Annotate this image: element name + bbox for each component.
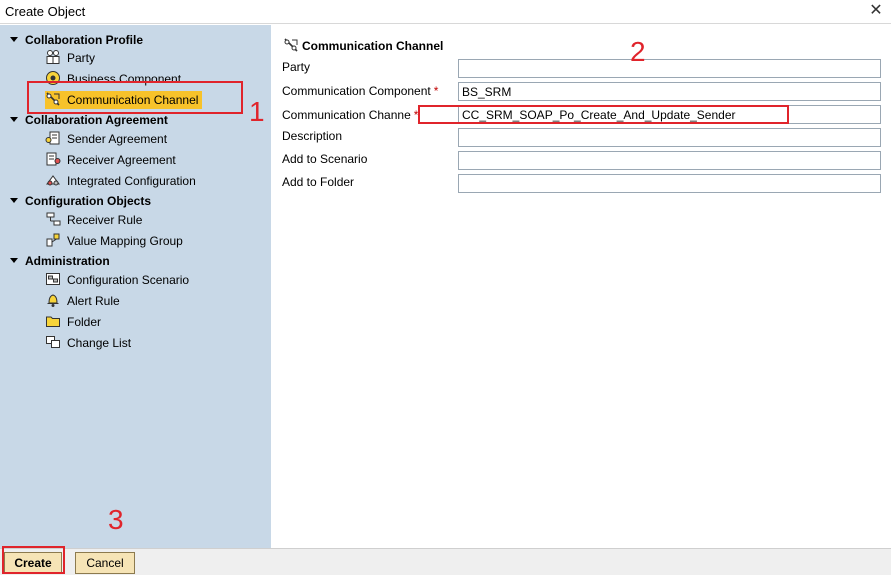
sidebar-item-label: Folder <box>67 315 102 329</box>
collapse-arrow-icon[interactable] <box>10 117 18 122</box>
sender-agreement-icon <box>45 131 60 145</box>
sidebar-item-label: Configuration Scenario <box>67 273 190 287</box>
folder-icon <box>46 316 60 327</box>
collapse-arrow-icon[interactable] <box>10 258 18 263</box>
integrated-configuration-icon <box>46 175 60 186</box>
group-label: Administration <box>25 254 110 268</box>
value-mapping-group-icon <box>46 233 60 247</box>
description-label: Description <box>282 129 343 143</box>
required-marker: * <box>433 84 439 98</box>
sidebar-item-label: Party <box>67 51 96 65</box>
add-to-scenario-label: Add to Scenario <box>282 152 368 166</box>
collapse-arrow-icon[interactable] <box>10 198 18 203</box>
annotation-number: 2 <box>630 36 646 67</box>
sidebar-item-change-list[interactable]: Change List <box>45 334 135 352</box>
configuration-scenario-icon <box>46 273 60 285</box>
communication-channel-icon <box>284 38 298 52</box>
annotation-number: 3 <box>108 504 124 535</box>
add-to-folder-label: Add to Folder <box>282 175 355 189</box>
close-icon[interactable]: ✕ <box>867 1 885 21</box>
group-label: Configuration Objects <box>25 194 151 208</box>
cancel-button[interactable]: Cancel <box>75 552 135 574</box>
change-list-icon <box>46 336 60 348</box>
group-collaboration-agreement[interactable]: Collaboration Agreement <box>10 112 168 128</box>
field-label-text: Communication Channe <box>282 108 411 122</box>
annotation-box-sidebar <box>27 81 243 114</box>
sidebar-item-label: Alert Rule <box>67 294 120 308</box>
alert-rule-icon <box>47 294 59 307</box>
sidebar-item-receiver-rule[interactable]: Receiver Rule <box>45 211 146 229</box>
description-input[interactable] <box>458 128 881 147</box>
group-configuration-objects[interactable]: Configuration Objects <box>10 193 151 209</box>
group-collaboration-profile[interactable]: Collaboration Profile <box>10 32 143 48</box>
button-bar: Create Cancel <box>0 548 891 575</box>
annotation-number: 1 <box>249 96 265 127</box>
communication-component-input[interactable] <box>458 82 881 101</box>
window-title: Create Object <box>5 4 86 19</box>
sidebar-item-label: Value Mapping Group <box>67 234 183 248</box>
panel-title: Communication Channel <box>283 37 443 53</box>
communication-channel-label: Communication Channe * <box>282 108 418 122</box>
sidebar-item-integrated-configuration[interactable]: Integrated Configuration <box>45 172 200 190</box>
sidebar-item-alert-rule[interactable]: Alert Rule <box>45 292 124 310</box>
party-input[interactable] <box>458 59 881 78</box>
sidebar-item-folder[interactable]: Folder <box>45 313 105 331</box>
add-to-scenario-input[interactable] <box>458 151 881 170</box>
sidebar-item-party[interactable]: Party <box>45 49 99 67</box>
title-bar: Create Object ✕ <box>0 0 891 24</box>
collapse-arrow-icon[interactable] <box>10 37 18 42</box>
sidebar-item-label: Change List <box>67 336 132 350</box>
sidebar-item-configuration-scenario[interactable]: Configuration Scenario <box>45 271 193 289</box>
receiver-agreement-icon <box>46 152 61 166</box>
object-details-panel: Communication Channel Party Communicatio… <box>271 25 891 548</box>
group-label: Collaboration Agreement <box>25 113 168 127</box>
sidebar-item-label: Receiver Agreement <box>67 153 176 167</box>
sidebar-item-sender-agreement[interactable]: Sender Agreement <box>45 130 171 148</box>
communication-component-label: Communication Component * <box>282 84 438 98</box>
field-label-text: Communication Component <box>282 84 431 98</box>
party-label: Party <box>282 60 311 74</box>
group-administration[interactable]: Administration <box>10 253 110 269</box>
annotation-box-channel-field <box>418 105 789 124</box>
add-to-folder-input[interactable] <box>458 174 881 193</box>
panel-title-text: Communication Channel <box>302 39 444 53</box>
sidebar-item-receiver-agreement[interactable]: Receiver Agreement <box>45 151 180 169</box>
sidebar-item-value-mapping-group[interactable]: Value Mapping Group <box>45 232 187 250</box>
sidebar-item-label: Sender Agreement <box>67 132 168 146</box>
sidebar-item-label: Integrated Configuration <box>67 174 196 188</box>
group-label: Collaboration Profile <box>25 33 144 47</box>
annotation-box-create <box>2 546 65 574</box>
receiver-rule-icon <box>46 212 61 226</box>
sidebar-item-label: Receiver Rule <box>67 213 143 227</box>
party-icon <box>46 50 60 64</box>
